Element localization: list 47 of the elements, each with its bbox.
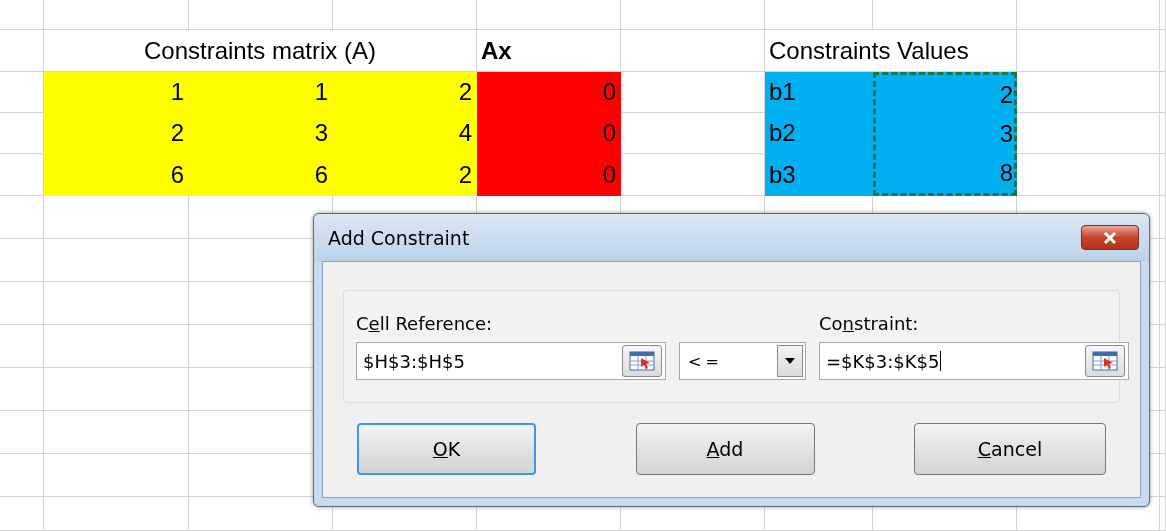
empty-cell xyxy=(0,411,44,454)
column-header: Ax xyxy=(477,30,621,72)
table-cell: 2 xyxy=(333,72,477,113)
field-label: Constraint: xyxy=(819,313,920,334)
empty-cell xyxy=(0,454,44,497)
range-select-icon xyxy=(629,351,655,371)
table-cell: 2 xyxy=(44,113,189,154)
empty-cell xyxy=(0,282,44,325)
empty-cell xyxy=(0,497,44,531)
constraint-field[interactable]: =$K$3:$K$5 xyxy=(819,342,1129,380)
table-cell: 0 xyxy=(477,72,621,113)
range-select-icon xyxy=(1092,351,1118,371)
values-title: Constraints Values xyxy=(765,30,1017,72)
table-cell: 4 xyxy=(333,113,477,154)
table-cell: 2 xyxy=(333,154,477,196)
dialog-button[interactable]: Cancel xyxy=(914,423,1106,475)
empty-cell xyxy=(0,0,44,30)
empty-cell xyxy=(0,325,44,368)
table-cell: b3 xyxy=(765,154,873,196)
range-picker-button[interactable] xyxy=(1085,345,1125,377)
table-cell: b1 xyxy=(765,72,873,113)
table-cell-text: 8 xyxy=(998,158,1014,189)
table-cell-text: 2 xyxy=(998,79,1014,110)
close-button[interactable] xyxy=(1081,225,1139,250)
matrix-title: Constraints matrix (A) xyxy=(44,30,477,72)
table-cell: 6 xyxy=(189,154,333,196)
table-cell: 0 xyxy=(477,113,621,154)
field-label: Cell Reference: xyxy=(356,313,494,334)
dialog-title: Add Constraint xyxy=(328,226,470,249)
close-icon xyxy=(1102,230,1118,245)
table-cell: 0 xyxy=(477,154,621,196)
operator-dropdown[interactable]: <= xyxy=(679,342,806,380)
table-cell: 6 xyxy=(44,154,189,196)
table-cell-text: 3 xyxy=(998,119,1014,149)
caret-icon xyxy=(785,358,795,364)
table-cell: 1 xyxy=(44,72,189,113)
empty-cell xyxy=(0,239,44,282)
dropdown-button[interactable] xyxy=(777,345,803,377)
range-picker-button[interactable] xyxy=(622,345,662,377)
table-cell: b2 xyxy=(765,113,873,154)
empty-cell xyxy=(0,196,44,239)
dialog-button[interactable]: OK xyxy=(357,423,536,475)
empty-cell xyxy=(0,368,44,411)
table-cell: 1 xyxy=(189,72,333,113)
dialog-button[interactable]: Add xyxy=(635,423,815,475)
cell-reference-field[interactable]: $H$3:$H$5 xyxy=(356,342,666,380)
table-cell: 3 xyxy=(189,113,333,154)
